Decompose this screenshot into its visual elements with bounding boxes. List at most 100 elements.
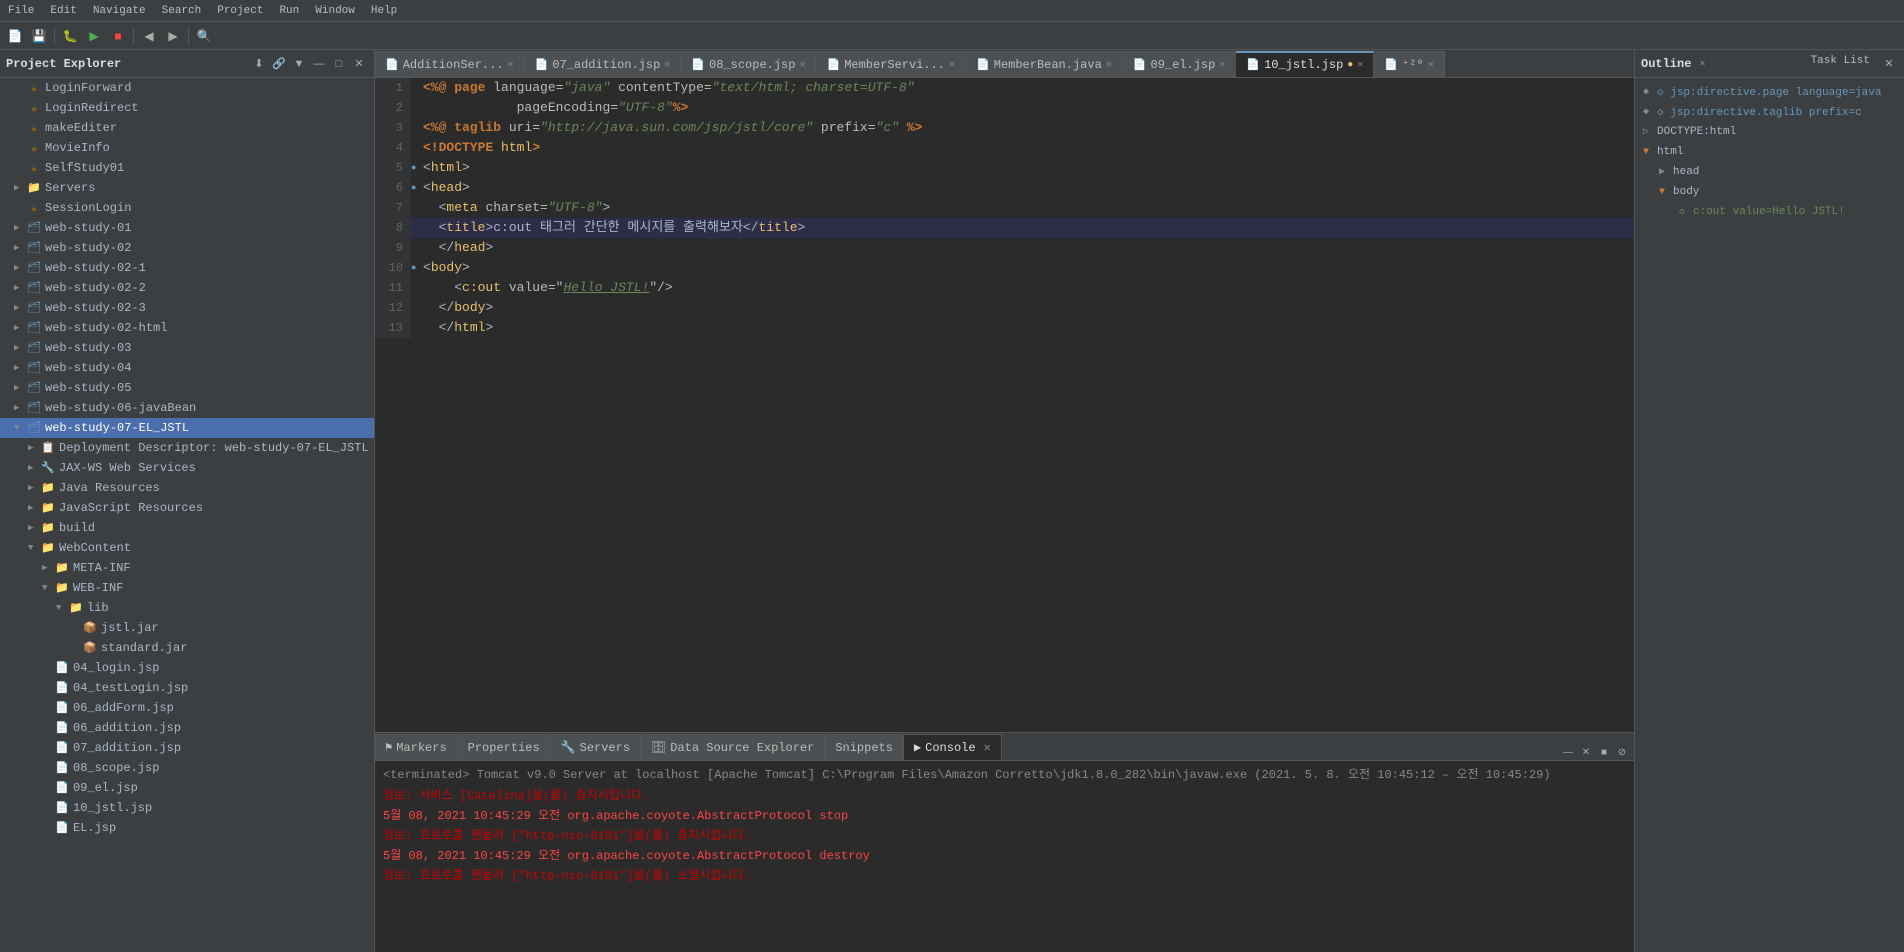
console-close-button[interactable]: ✕ bbox=[1578, 744, 1594, 760]
back-button[interactable]: ◀ bbox=[138, 25, 160, 47]
menu-help[interactable]: Help bbox=[367, 5, 401, 17]
tree-item-jax-ws[interactable]: ▶🔧JAX-WS Web Services bbox=[0, 458, 374, 478]
menu-run[interactable]: Run bbox=[275, 5, 303, 17]
tab-servers[interactable]: 🔧 Servers bbox=[551, 734, 641, 760]
tree-item-login-redirect[interactable]: ☕LoginRedirect bbox=[0, 98, 374, 118]
menu-file[interactable]: File bbox=[4, 5, 38, 17]
tree-item-java-resources[interactable]: ▶📁Java Resources bbox=[0, 478, 374, 498]
task-list-tab[interactable]: Task List bbox=[1811, 55, 1870, 73]
editor-area[interactable]: 1 <%@ page language="java" contentType="… bbox=[375, 78, 1634, 732]
debug-button[interactable]: 🐛 bbox=[59, 25, 81, 47]
tree-item-web-study-03[interactable]: ▶🗂web-study-03 bbox=[0, 338, 374, 358]
tree-item-web-study-01[interactable]: ▶🗂web-study-01 bbox=[0, 218, 374, 238]
tree-item-04-test-login[interactable]: 📄04_testLogin.jsp bbox=[0, 678, 374, 698]
outline-body[interactable]: ▼ body bbox=[1635, 182, 1904, 202]
tree-arrow: ▶ bbox=[14, 223, 26, 233]
tree-item-servers[interactable]: ▶📁Servers bbox=[0, 178, 374, 198]
tree-item-self-study01[interactable]: ☕SelfStudy01 bbox=[0, 158, 374, 178]
link-with-editor-button[interactable]: 🔗 bbox=[270, 55, 288, 73]
tree-item-web-study-06-javabean[interactable]: ▶🗂web-study-06-javaBean bbox=[0, 398, 374, 418]
tree-item-movie-info[interactable]: ☕MovieInfo bbox=[0, 138, 374, 158]
tree-item-web-study-02-html[interactable]: ▶🗂web-study-02-html bbox=[0, 318, 374, 338]
tree-item-06-addition[interactable]: 📄06_addition.jsp bbox=[0, 718, 374, 738]
maximize-button[interactable]: □ bbox=[330, 55, 348, 73]
tab-close-button[interactable]: ✕ bbox=[799, 59, 805, 71]
tree-item-09-el[interactable]: 📄09_el.jsp bbox=[0, 778, 374, 798]
tab-close-button[interactable]: ✕ bbox=[1106, 59, 1112, 71]
tab-close-button[interactable]: ✕ bbox=[949, 59, 955, 71]
close-console-button[interactable]: ✕ bbox=[984, 740, 991, 755]
tree-item-jstl-jar[interactable]: 📦jstl.jar bbox=[0, 618, 374, 638]
outline-jsp-directive-page[interactable]: ◆ ◇ jsp:directive.page language=java bbox=[1635, 82, 1904, 102]
collapse-all-button[interactable]: ⬇ bbox=[250, 55, 268, 73]
console-minimize-button[interactable]: — bbox=[1560, 744, 1576, 760]
tree-item-meta-inf[interactable]: ▶📁META-INF bbox=[0, 558, 374, 578]
outline-close-button[interactable]: ✕ bbox=[1880, 55, 1898, 73]
tree-icon-project: 🗂 bbox=[26, 300, 42, 316]
close-panel-button[interactable]: ✕ bbox=[350, 55, 368, 73]
minimize-button[interactable]: — bbox=[310, 55, 328, 73]
tree-item-build[interactable]: ▶📁build bbox=[0, 518, 374, 538]
run-button[interactable]: ▶ bbox=[83, 25, 105, 47]
tab-close-button[interactable]: ✕ bbox=[508, 59, 514, 71]
tree-item-web-study-02-2[interactable]: ▶🗂web-study-02-2 bbox=[0, 278, 374, 298]
tree-item-web-study-05[interactable]: ▶🗂web-study-05 bbox=[0, 378, 374, 398]
tree-item-06-add-form[interactable]: 📄06_addForm.jsp bbox=[0, 698, 374, 718]
tree-item-lib[interactable]: ▼📁lib bbox=[0, 598, 374, 618]
editor-tab-member-bean[interactable]: 📄MemberBean.java✕ bbox=[966, 51, 1123, 77]
tree-item-08-scope[interactable]: 📄08_scope.jsp bbox=[0, 758, 374, 778]
tree-item-web-inf[interactable]: ▼📁WEB-INF bbox=[0, 578, 374, 598]
tab-close-button[interactable]: ✕ bbox=[1428, 59, 1434, 71]
tree-item-web-study-02-3[interactable]: ▶🗂web-study-02-3 bbox=[0, 298, 374, 318]
tree-item-make-editor[interactable]: ☕makeEditer bbox=[0, 118, 374, 138]
outline-head[interactable]: ▶ head bbox=[1635, 162, 1904, 182]
tab-close-button[interactable]: ✕ bbox=[664, 59, 670, 71]
outline-doctype[interactable]: ▷ DOCTYPE:html bbox=[1635, 122, 1904, 142]
editor-tab-08-scope[interactable]: 📄08_scope.jsp✕ bbox=[681, 51, 816, 77]
tab-properties[interactable]: Properties bbox=[458, 734, 551, 760]
tree-item-web-study-02[interactable]: ▶🗂web-study-02 bbox=[0, 238, 374, 258]
tab-markers[interactable]: ⚑ Markers bbox=[375, 734, 458, 760]
tab-close-button[interactable]: ✕ bbox=[1357, 59, 1363, 71]
tree-item-web-study-07-el-jstl[interactable]: ▼🗂web-study-07-EL_JSTL bbox=[0, 418, 374, 438]
outline-jsp-directive-taglib[interactable]: ◆ ◇ jsp:directive.taglib prefix=c bbox=[1635, 102, 1904, 122]
editor-tab-07-addition[interactable]: 📄07_addition.jsp✕ bbox=[525, 51, 682, 77]
outline-html[interactable]: ▼ html bbox=[1635, 142, 1904, 162]
tree-item-login-forward[interactable]: ☕LoginForward bbox=[0, 78, 374, 98]
menu-navigate[interactable]: Navigate bbox=[89, 5, 150, 17]
tree-item-javascript-resources[interactable]: ▶📁JavaScript Resources bbox=[0, 498, 374, 518]
tree-item-session-login[interactable]: ☕SessionLogin bbox=[0, 198, 374, 218]
menu-edit[interactable]: Edit bbox=[46, 5, 80, 17]
tree-item-webcontent[interactable]: ▼📁WebContent bbox=[0, 538, 374, 558]
editor-tab-10-jstl[interactable]: 📄10_jstl.jsp●✕ bbox=[1236, 51, 1374, 77]
tab-close-button[interactable]: ✕ bbox=[1219, 59, 1225, 71]
menu-window[interactable]: Window bbox=[311, 5, 359, 17]
forward-button[interactable]: ▶ bbox=[162, 25, 184, 47]
tree-item-web-study-04[interactable]: ▶🗂web-study-04 bbox=[0, 358, 374, 378]
tab-datasource[interactable]: 🗄 Data Source Explorer bbox=[641, 734, 825, 760]
save-button[interactable]: 💾 bbox=[28, 25, 50, 47]
stop-button[interactable]: ■ bbox=[107, 25, 129, 47]
menu-project[interactable]: Project bbox=[213, 5, 267, 17]
tab-snippets[interactable]: Snippets bbox=[825, 734, 904, 760]
tree-icon-jsp: 📄 bbox=[54, 780, 70, 796]
tab-console[interactable]: ▶ Console ✕ bbox=[904, 734, 1002, 760]
menu-search[interactable]: Search bbox=[158, 5, 206, 17]
tree-item-deployment-descriptor[interactable]: ▶📋Deployment Descriptor: web-study-07-EL… bbox=[0, 438, 374, 458]
console-stop-button[interactable]: ■ bbox=[1596, 744, 1612, 760]
editor-tab-20-extra[interactable]: 📄⁺²⁰✕ bbox=[1374, 51, 1444, 77]
filter-button[interactable]: ▼ bbox=[290, 55, 308, 73]
tree-item-standard-jar[interactable]: 📦standard.jar bbox=[0, 638, 374, 658]
editor-tab-addition-ser[interactable]: 📄AdditionSer...✕ bbox=[375, 51, 525, 77]
editor-tab-09-el[interactable]: 📄09_el.jsp✕ bbox=[1123, 51, 1237, 77]
tree-item-el-jsp[interactable]: 📄EL.jsp bbox=[0, 818, 374, 838]
tree-item-web-study-02-1[interactable]: ▶🗂web-study-02-1 bbox=[0, 258, 374, 278]
tree-item-07-addition[interactable]: 📄07_addition.jsp bbox=[0, 738, 374, 758]
tree-item-04-login[interactable]: 📄04_login.jsp bbox=[0, 658, 374, 678]
outline-cout[interactable]: ◇ c:out value=Hello JSTL! bbox=[1635, 202, 1904, 222]
tree-item-10-jstl[interactable]: 📄10_jstl.jsp bbox=[0, 798, 374, 818]
new-button[interactable]: 📄 bbox=[4, 25, 26, 47]
console-clear-button[interactable]: ⊘ bbox=[1614, 744, 1630, 760]
editor-tab-member-serv[interactable]: 📄MemberServi...✕ bbox=[816, 51, 966, 77]
search-button[interactable]: 🔍 bbox=[193, 25, 215, 47]
